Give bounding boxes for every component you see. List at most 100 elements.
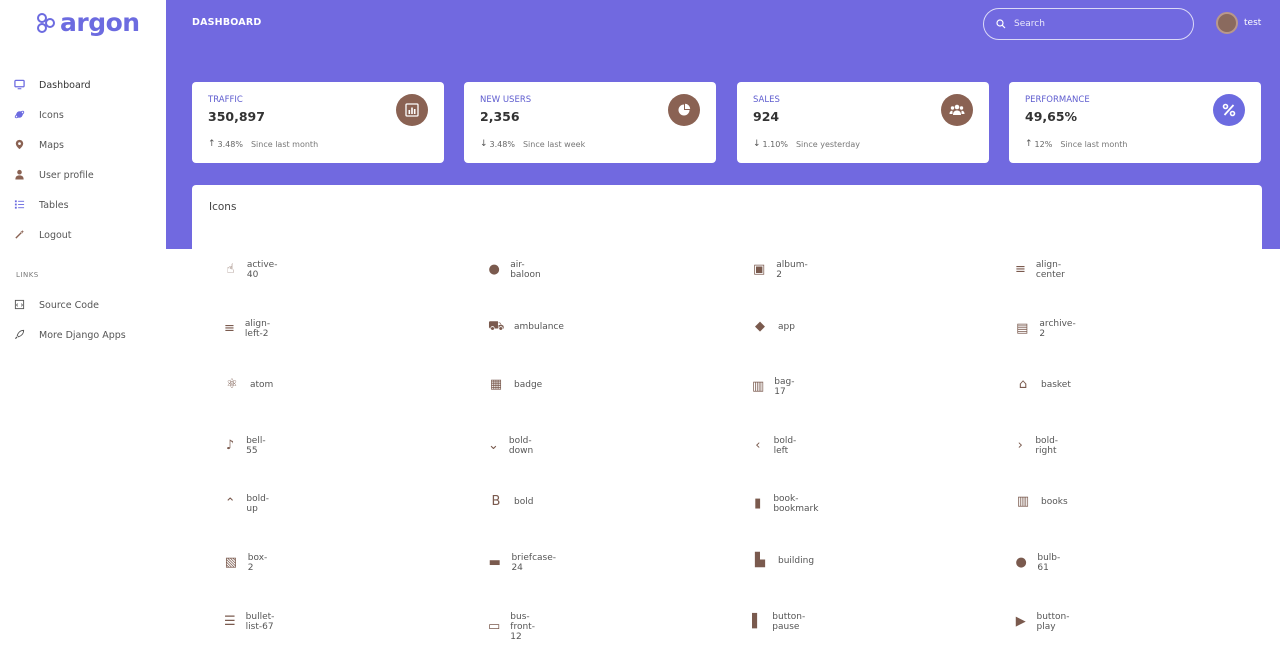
icon-item-label: button-pause <box>772 611 806 632</box>
user-menu[interactable]: test <box>1216 12 1261 34</box>
icon-item-label: building <box>778 556 815 566</box>
icon-item-active-40[interactable]: ☝ active-40 <box>224 260 281 280</box>
active-40-icon: ☝ <box>226 262 235 277</box>
icon-item-label: atom <box>250 380 274 391</box>
icon-item-bold-up[interactable]: ⌃ bold-up <box>224 494 273 514</box>
icon-item-bold-right[interactable]: › bold-right <box>1015 436 1064 456</box>
button-play-icon: ▶ <box>1015 613 1026 629</box>
icon-item-label: bullet-list-67 <box>245 611 275 632</box>
icon-item-books[interactable]: ▥ books <box>1015 494 1068 510</box>
search-box[interactable] <box>983 8 1194 40</box>
stat-value: 2,356 <box>480 109 520 124</box>
links-section-title: LINKS <box>16 271 39 279</box>
search-icon <box>996 19 1006 29</box>
arrow-up-icon: ↑ <box>1025 139 1033 149</box>
ambulance-icon: ⛟ <box>488 318 505 334</box>
sidebar-item-icons[interactable]: Icons <box>0 100 166 130</box>
icon-item-label: button-play <box>1036 611 1070 632</box>
argon-logo-icon <box>37 12 55 33</box>
sidebar-item-maps[interactable]: Maps <box>0 130 166 160</box>
sidebar-item-dashboard[interactable]: Dashboard <box>0 70 166 100</box>
percent-icon <box>1213 94 1245 126</box>
stat-delta: 1.10% <box>762 139 788 149</box>
atom-icon: ⚛ <box>226 377 238 393</box>
align-left-2-icon: ≡ <box>224 320 235 336</box>
app-icon: ◆ <box>755 318 765 334</box>
sidebar-nav: Dashboard Icons Maps User profile Tables <box>0 70 166 250</box>
stat-value: 924 <box>753 109 780 124</box>
icon-item-bag-17[interactable]: ▥ bag-17 <box>752 377 798 397</box>
icon-item-label: bold-down <box>508 435 534 456</box>
building-icon: ▙ <box>755 553 765 568</box>
sidebar: argon Dashboard Icons Maps User profile <box>0 0 166 640</box>
box-2-icon: ▧ <box>224 555 238 570</box>
book-bookmark-icon: ▮ <box>754 496 762 512</box>
stat-card-new-users: NEW USERS 2,356 ↓ 3.48% Since last week <box>464 82 716 163</box>
icon-item-badge[interactable]: ▦ badge <box>488 377 542 393</box>
icon-item-bold-left[interactable]: ‹ bold-left <box>752 436 801 456</box>
stat-footer: ↑ 12% Since last month <box>1025 139 1128 149</box>
brand-logo[interactable]: argon <box>36 8 140 37</box>
bullet-list-67-icon: ☰ <box>224 613 236 629</box>
sidebar-item-label: More Django Apps <box>39 329 126 341</box>
users-icon <box>941 94 973 126</box>
stat-since: Since last month <box>1060 139 1128 149</box>
rocket-icon <box>13 329 25 341</box>
bus-front-12-icon: ▭ <box>488 618 501 634</box>
icon-item-align-center[interactable]: ≡ align-center <box>1015 260 1070 280</box>
icon-item-label: align-left-2 <box>244 318 271 339</box>
icon-item-label: briefcase-24 <box>511 553 557 573</box>
icon-item-bold[interactable]: Bbold <box>488 494 534 510</box>
archive-2-icon: ▤ <box>1016 320 1029 336</box>
sidebar-item-label: Source Code <box>39 299 99 311</box>
sidebar-item-label: Dashboard <box>39 79 91 91</box>
icon-item-label: badge <box>514 380 543 391</box>
icon-item-label: bell-55 <box>246 435 266 456</box>
icon-item-label: book-bookmark <box>773 494 819 515</box>
icon-item-bell-55[interactable]: ♪ bell-55 <box>224 436 270 456</box>
icon-item-label: bold <box>514 497 534 508</box>
icon-item-label: bold-left <box>773 435 797 456</box>
search-input[interactable] <box>1014 19 1174 29</box>
bold-down-icon: ⌄ <box>488 437 499 453</box>
page-title[interactable]: DASHBOARD <box>192 17 261 28</box>
icon-item-box-2[interactable]: ▧ box-2 <box>224 553 270 573</box>
icon-item-label: air-baloon <box>510 260 541 280</box>
icon-item-align-left-2[interactable]: ≡ align-left-2 <box>224 319 275 339</box>
icon-item-button-play[interactable]: ▶ button-play <box>1015 612 1074 632</box>
button-pause-icon: ▌ <box>752 613 763 629</box>
sidebar-item-user-profile[interactable]: User profile <box>0 160 166 190</box>
sidebar-item-tables[interactable]: Tables <box>0 190 166 220</box>
icon-item-book-bookmark[interactable]: ▮ book-bookmark <box>752 494 823 514</box>
icon-item-button-pause[interactable]: ▌ button-pause <box>752 612 811 632</box>
monitor-icon <box>13 79 25 91</box>
bold-icon: B <box>491 494 501 510</box>
icon-item-bus-front-12[interactable]: ▭ bus-front-12 <box>488 612 539 642</box>
bulb-61-icon: ● <box>1015 555 1027 570</box>
bell-55-icon: ♪ <box>225 437 235 453</box>
icon-item-album-2[interactable]: ▣ album-2 <box>752 260 809 280</box>
icon-item-ambulance[interactable]: ⛟ ambulance <box>488 319 564 335</box>
icon-item-atom[interactable]: ⚛ atom <box>224 377 273 393</box>
icon-item-label: bold-up <box>246 494 270 515</box>
stat-delta: 3.48% <box>489 139 515 149</box>
icon-item-basket[interactable]: ⌂ basket <box>1015 377 1071 393</box>
sidebar-link-source-code[interactable]: Source Code <box>0 290 166 320</box>
icon-item-bullet-list-67[interactable]: ☰ bullet-list-67 <box>224 612 279 632</box>
stat-card-performance: PERFORMANCE 49,65% ↑ 12% Since last mont… <box>1009 82 1261 163</box>
sidebar-item-logout[interactable]: Logout <box>0 220 166 250</box>
badge-icon: ▦ <box>489 377 503 393</box>
icon-item-app[interactable]: ◆ app <box>752 319 795 335</box>
stat-title: TRAFFIC <box>208 95 243 105</box>
icon-item-archive-2[interactable]: ▤ archive-2 <box>1015 319 1077 339</box>
stat-card-traffic: TRAFFIC 350,897 ↑ 3.48% Since last month <box>192 82 444 163</box>
icon-item-building[interactable]: ▙ building <box>752 553 814 569</box>
icon-item-bold-down[interactable]: ⌄ bold-down <box>488 436 538 456</box>
icon-item-air-baloon[interactable]: ● air-baloon <box>488 260 544 280</box>
icon-item-label: app <box>778 321 795 332</box>
icon-item-bulb-61[interactable]: ● bulb-61 <box>1015 553 1064 573</box>
chart-pie-icon <box>668 94 700 126</box>
icon-item-briefcase-24[interactable]: ▬ briefcase-24 <box>488 553 559 573</box>
air-baloon-icon: ● <box>488 262 500 277</box>
sidebar-link-more-django-apps[interactable]: More Django Apps <box>0 320 166 350</box>
